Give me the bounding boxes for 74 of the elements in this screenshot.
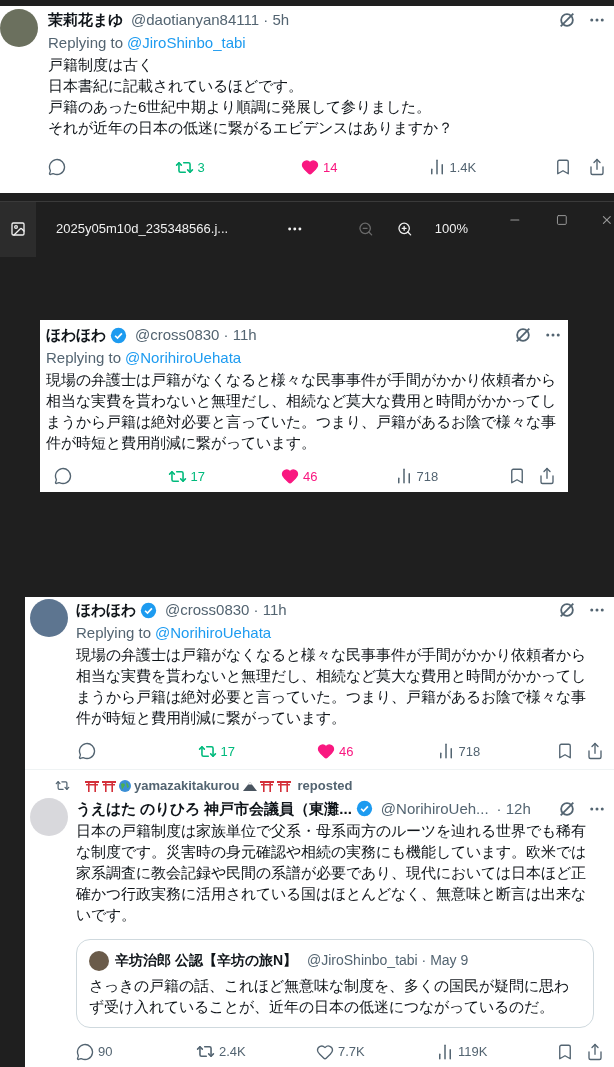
heart-icon[interactable] [317,742,335,761]
tweet-text: それが近年の日本の低迷に繋がるエビデンスはありますか？ [48,117,454,138]
maximize-icon[interactable] [555,214,568,226]
handle-text: @daotianyan84111 · 5h [131,10,290,30]
handle-text: @NorihiroUeh... [380,798,489,819]
slash-circle-icon[interactable] [558,799,576,818]
handle-text: @cross0830 · 11h [165,600,287,620]
slash-circle-icon[interactable] [514,326,532,345]
display-name[interactable]: ほわほわ [76,599,136,622]
handle-text: @JiroShinbo_tabi · May 9 [307,951,469,970]
replying-label: Replying to [46,347,122,368]
view-count: 718 [458,742,481,761]
heart-icon[interactable] [281,467,299,486]
tweet-text: 戸籍のあった6世紀中期より順調に発展して参りました。 [48,96,433,117]
quote-text: さっきの戸籍の話、これほど無意味な制度を、多くの国民が疑問に思わず受け入れていることが、近年の日本の低迷につながっているのだ。 [89,976,570,1017]
torii-gate-icon [276,779,291,792]
tweet-text: 現場の弁護士は戸籍がなくなると様々な民事事件が手間がかかり依頼者から相当な実費を貰わないと無理だし、相続など莫大な費用と時間がかかってしまうから戸籍は絶対必要と言っていた。つまり、戸籍があるお陰で様々な事件が時短と費用削減に繋がっています。 [76,644,587,728]
reply-icon[interactable] [48,158,66,177]
torii-gate-icon [102,779,116,792]
repost-count: 2.4K [219,1043,246,1061]
handle-text: @cross0830 · 11h [135,325,257,345]
repost-count: 17 [190,467,205,486]
reply-icon[interactable] [54,467,72,486]
close-icon[interactable] [600,213,614,227]
file-name: 2025y05m10d_235348566.j... [56,220,230,239]
timestamp: · 12h [496,798,531,819]
replying-label: Replying to [48,32,124,53]
like-count: 14 [323,158,338,177]
bookmark-icon[interactable] [556,1042,574,1061]
zoom-level: 100% [434,220,468,239]
replying-label: Replying to [76,622,152,643]
reposted-label: reposted [297,777,353,795]
bookmark-icon[interactable] [508,467,526,486]
view-count: 1.4K [449,158,477,177]
display-name[interactable]: うえはた のりひろ 神戸市会議員（東灘... [76,797,352,820]
reply-count: 90 [98,1043,113,1061]
repost-count: 3 [197,158,205,177]
heart-icon[interactable] [301,158,319,177]
display-name[interactable]: 辛坊治郎 公認【辛坊の旅N】 [115,950,297,971]
display-name[interactable]: ほわほわ [46,324,106,347]
mountain-icon [242,780,257,791]
avatar-photo-placeholder[interactable] [30,599,68,637]
quote-card[interactable]: 辛坊治郎 公認【辛坊の旅N】 @JiroShinbo_tabi · May 9 さっきの戸籍の話、これほど無意味な制度を、多くの国民が疑問に思わず受け入れていることが、近年の日本の低迷につながっているのだ。 [76,939,594,1028]
torii-gate-icon [85,779,99,792]
avatar-photo-placeholder[interactable] [0,9,38,47]
heart-icon[interactable] [316,1042,334,1061]
slash-circle-icon[interactable] [558,11,576,30]
repost-count: 17 [220,742,235,761]
zoom-in-icon[interactable] [397,221,413,237]
bookmark-icon[interactable] [554,158,572,177]
view-count: 119K [458,1043,488,1061]
slash-circle-icon[interactable] [558,601,576,620]
reposter-name[interactable]: yamazakitakurou [134,776,240,796]
reply-icon[interactable] [76,1042,94,1061]
tweet-text: 戸籍制度は古く [48,54,154,75]
view-count: 718 [416,467,439,486]
avatar-photo-placeholder[interactable] [89,950,109,971]
like-count: 46 [303,467,318,486]
tweet-text: 日本書紀に記載されているほどです。 [48,75,304,96]
share-icon[interactable] [586,742,604,761]
tweet-text: 現場の弁護士は戸籍がなくなると様々な民事事件が手間がかかり依頼者から相当な実費を貰わないと無理だし、相続など莫大な費用と時間がかかってしまうから戸籍は絶対必要と言っていた。つまり、戸籍があるお陰で様々な事件が時短と費用削減に繋がっています。 [46,369,557,453]
bookmark-icon[interactable] [556,742,574,761]
image-icon[interactable] [10,221,27,237]
bar-chart-icon[interactable] [436,1042,454,1061]
torii-gate-icon [259,779,274,792]
share-icon[interactable] [588,158,606,177]
tweet-text: 日本の戸籍制度は家族単位で父系・母系両方のルーツを辿れる世界でも稀有な制度です。災害時の身元確認や相続の実務にも機能しています。欧米では家系調査に教会記録や民間の系譜が必要であり、現代においては日本ほど正確かつ行政実務に活用されている国はほとんどなく、無意味と断言は出来ないです。 [76,821,587,925]
reply-icon[interactable] [78,742,96,761]
display-name[interactable]: 茉莉花まゆ [48,9,123,32]
share-icon[interactable] [538,467,556,486]
globe-icon [119,779,131,792]
like-count: 46 [339,742,354,761]
share-icon[interactable] [586,1042,604,1061]
like-count: 7.7K [338,1043,365,1061]
